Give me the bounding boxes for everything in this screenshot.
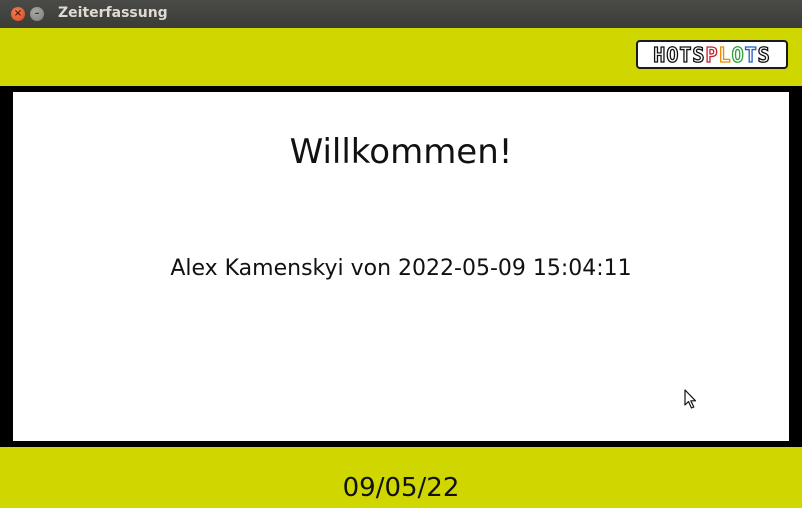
logo-letter: T [679,42,693,67]
logo-letter: T [744,42,758,67]
logo-letter: L [718,42,732,67]
logo-letter: S [692,42,706,67]
logo-letter: P [705,42,719,67]
window-title: Zeiterfassung [58,5,168,21]
checkin-message: Alex Kamenskyi von 2022-05-09 15:04:11 [170,256,632,281]
window-close-button[interactable]: × [11,7,25,21]
current-date: 09/05/22 [342,473,460,503]
logo-letter: O [731,42,745,67]
logo-text: HOTSPLOTS [653,42,771,67]
window-titlebar: × – Zeiterfassung [0,0,802,28]
logo-letter: O [666,42,680,67]
logo-letter: H [653,42,667,67]
welcome-heading: Willkommen! [289,132,513,172]
logo-letter: S [757,42,771,67]
window-minimize-button[interactable]: – [30,7,44,21]
hotsplots-logo: HOTSPLOTS [636,40,788,69]
message-panel: Willkommen! Alex Kamenskyi von 2022-05-0… [13,92,789,441]
mouse-pointer-icon [684,389,698,415]
footer-bar: 09/05/22 [0,447,802,508]
